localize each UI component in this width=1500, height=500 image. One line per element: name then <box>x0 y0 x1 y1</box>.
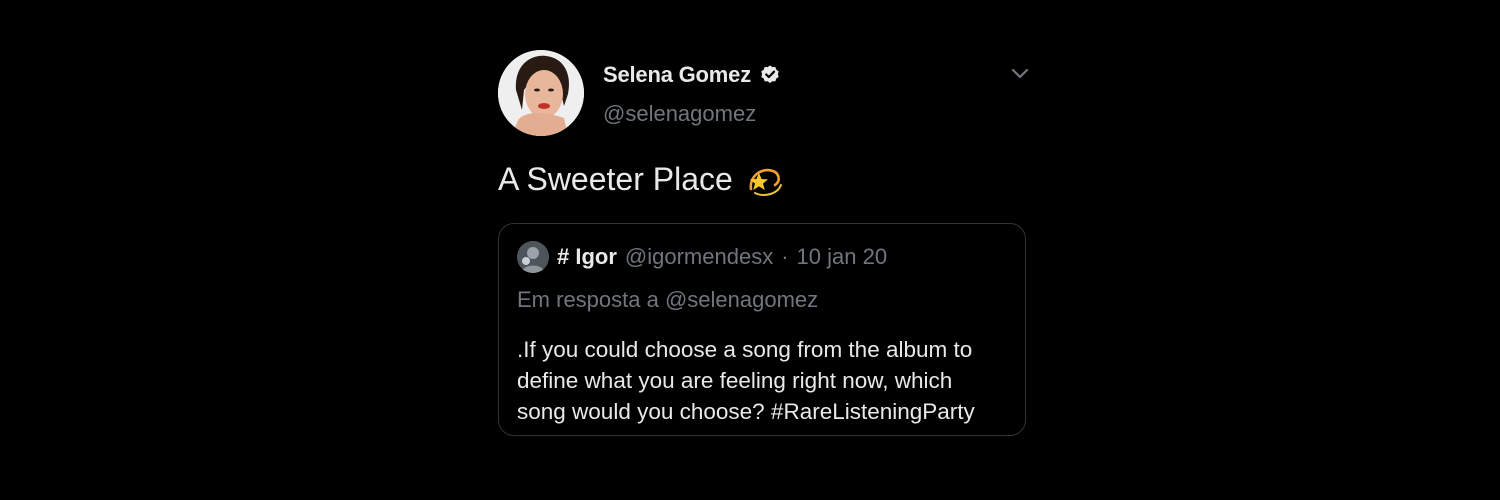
quoted-author-handle[interactable]: @igormendesx <box>625 244 773 270</box>
quoted-tweet-date[interactable]: 10 jan 20 <box>797 244 888 270</box>
meta-separator: · <box>781 244 789 269</box>
author-display-name[interactable]: Selena Gomez <box>603 62 751 88</box>
quoted-tweet-line: define what you are feeling right now, w… <box>517 368 953 393</box>
tweet-text: A Sweeter Place <box>498 159 785 199</box>
author-avatar[interactable] <box>498 50 584 136</box>
reply-to-label: Em resposta a @selenagomez <box>517 287 819 312</box>
quoted-tweet-line: song would you choose? #RareListeningPar… <box>517 399 975 424</box>
quoted-tweet-card[interactable]: # Igor @igormendesx · 10 jan 20 Em respo… <box>498 223 1026 436</box>
quoted-tweet-header: # Igor @igormendesx · 10 jan 20 <box>517 241 887 273</box>
verified-badge-icon <box>759 64 781 86</box>
quoted-tweet-line: .If you could choose a song from the alb… <box>517 337 973 362</box>
quoted-author-avatar[interactable] <box>517 241 549 273</box>
chevron-down-icon[interactable] <box>1009 66 1031 82</box>
quoted-tweet-text: .If you could choose a song from the alb… <box>517 334 1012 427</box>
author-name-row[interactable]: Selena Gomez <box>603 62 781 88</box>
tweet: Selena Gomez @selenagomez A Sweeter Plac… <box>498 48 1030 448</box>
dizzy-star-icon <box>745 159 785 199</box>
tweet-text-content: A Sweeter Place <box>498 160 733 197</box>
author-handle[interactable]: @selenagomez <box>603 101 756 127</box>
quoted-author-name[interactable]: # Igor <box>557 244 617 270</box>
